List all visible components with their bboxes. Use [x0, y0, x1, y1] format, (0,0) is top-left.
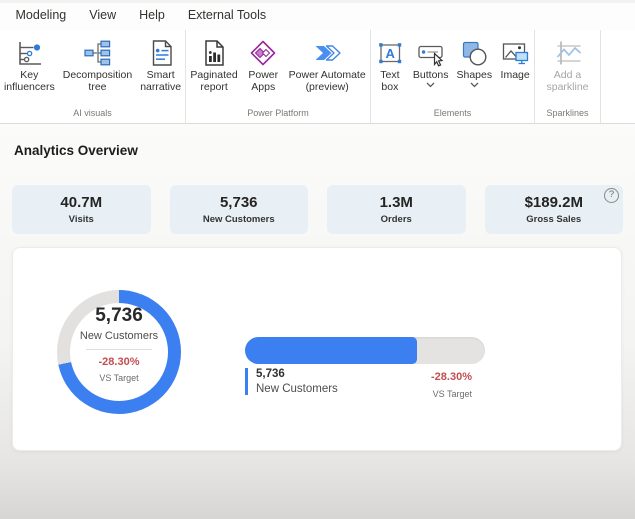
kpi-label: New Customers	[202, 214, 275, 225]
paginated-report-icon	[199, 36, 229, 69]
smart-narrative-label: Smart narrative	[140, 69, 182, 94]
bar-gauge-value: 5,736	[256, 368, 285, 380]
key-influencers-icon	[14, 36, 44, 69]
buttons-button[interactable]: Buttons	[409, 35, 453, 89]
ribbon-group-sparklines: Add a sparkline Sparklines	[534, 30, 600, 123]
donut-delta-label: VS Target	[99, 373, 139, 383]
bar-gauge-delta: -28.30%	[431, 371, 472, 383]
tab-modeling[interactable]: Modeling	[16, 8, 67, 22]
report-canvas: Analytics Overview 40.7M Visits 5,736 Ne…	[0, 124, 635, 519]
chevron-down-icon	[426, 82, 435, 88]
shapes-button[interactable]: Shapes	[453, 35, 497, 89]
gauge-visual-card[interactable]: 5,736 New Customers -28.30% VS Target 5,…	[12, 247, 622, 451]
text-box-label: Text box	[380, 69, 400, 94]
smart-narrative-button[interactable]: Smart narrative	[136, 35, 185, 95]
bar-gauge-meta-right: -28.30% VS Target	[431, 371, 472, 399]
decomposition-tree-label: Decomposition tree	[62, 69, 133, 94]
power-apps-label: Power Apps	[248, 69, 279, 94]
group-label-sparklines: Sparklines	[546, 108, 589, 118]
ribbon-empty-space	[600, 30, 635, 123]
group-label-power-platform: Power Platform	[247, 108, 309, 118]
bar-gauge-delta-label: VS Target	[432, 389, 472, 399]
add-sparkline-button[interactable]: Add a sparkline	[536, 35, 600, 95]
key-influencers-button[interactable]: Key influencers	[0, 35, 59, 95]
ribbon-group-elements: A Text box Buttons Shapes Image Elements	[370, 30, 534, 123]
kpi-label: Gross Sales	[526, 214, 582, 225]
shapes-icon	[459, 36, 489, 69]
page-title: Analytics Overview	[14, 143, 138, 158]
donut-divider	[86, 349, 152, 350]
chevron-down-icon	[470, 82, 479, 88]
smart-narrative-icon	[146, 36, 176, 69]
ribbon: Modeling View Help External Tools Key in…	[0, 0, 635, 124]
decomposition-tree-button[interactable]: Decomposition tree	[59, 35, 136, 95]
bar-gauge-meta-left: 5,736 New Customers	[245, 368, 338, 395]
paginated-report-label: Paginated report	[190, 69, 238, 94]
ribbon-group-ai-visuals: Key influencers Decomposition tree Smart…	[0, 30, 185, 123]
buttons-label: Buttons	[412, 69, 449, 81]
kpi-label: Orders	[380, 214, 412, 225]
kpi-card-orders[interactable]: 1.3M Orders	[327, 185, 466, 234]
image-icon	[500, 36, 530, 69]
kpi-value: $189.2M	[524, 194, 583, 211]
kpi-value: 1.3M	[379, 194, 413, 211]
kpi-label: Visits	[68, 214, 94, 225]
text-box-button[interactable]: A Text box	[371, 35, 409, 95]
image-button[interactable]: Image	[496, 35, 534, 82]
tab-view[interactable]: View	[89, 8, 116, 22]
kpi-value: 40.7M	[60, 194, 103, 211]
key-influencers-label: Key influencers	[3, 69, 55, 94]
donut-label: New Customers	[79, 330, 159, 342]
group-label-ai-visuals: AI visuals	[73, 108, 112, 118]
tab-external-tools[interactable]: External Tools	[188, 8, 266, 22]
image-label: Image	[500, 69, 530, 81]
ribbon-group-power-platform: Paginated report Power Apps Power Automa…	[185, 30, 370, 123]
add-sparkline-icon	[553, 36, 583, 69]
kpi-row: 40.7M Visits 5,736 New Customers 1.3M Or…	[12, 185, 623, 234]
bar-gauge-label: New Customers	[256, 383, 338, 395]
power-automate-icon	[312, 36, 342, 69]
donut-value: 5,736	[95, 305, 143, 326]
paginated-report-button[interactable]: Paginated report	[186, 35, 242, 95]
donut-delta: -28.30%	[98, 356, 140, 368]
power-apps-icon	[248, 36, 278, 69]
help-icon[interactable]: ?	[604, 188, 619, 203]
power-platform-items: Paginated report Power Apps Power Automa…	[186, 30, 370, 107]
power-automate-button[interactable]: Power Automate (preview)	[284, 35, 370, 95]
sparklines-items: Add a sparkline	[536, 30, 600, 107]
shapes-label: Shapes	[456, 69, 493, 81]
power-apps-button[interactable]: Power Apps	[242, 35, 284, 95]
ai-visuals-items: Key influencers Decomposition tree Smart…	[0, 30, 185, 107]
tab-help[interactable]: Help	[139, 8, 165, 22]
bar-gauge-fill	[245, 337, 418, 364]
power-automate-label: Power Automate (preview)	[288, 69, 366, 94]
add-sparkline-label: Add a sparkline	[546, 69, 589, 94]
decomposition-tree-icon	[82, 36, 112, 69]
kpi-card-gross-sales[interactable]: ? $189.2M Gross Sales	[484, 185, 623, 234]
kpi-card-new-customers[interactable]: 5,736 New Customers	[169, 185, 308, 234]
buttons-icon	[416, 36, 446, 69]
svg-text:A: A	[385, 45, 395, 60]
donut-gauge-center: 5,736 New Customers -28.30% VS Target	[59, 305, 179, 383]
elements-items: A Text box Buttons Shapes Image	[371, 30, 534, 107]
kpi-card-visits[interactable]: 40.7M Visits	[12, 185, 151, 234]
text-box-icon: A	[375, 36, 405, 69]
kpi-value: 5,736	[219, 194, 258, 211]
group-label-elements: Elements	[433, 108, 472, 118]
ribbon-tab-bar: Modeling View Help External Tools	[0, 0, 635, 30]
ribbon-groups: Key influencers Decomposition tree Smart…	[0, 30, 635, 123]
bar-gauge-track	[245, 337, 485, 364]
